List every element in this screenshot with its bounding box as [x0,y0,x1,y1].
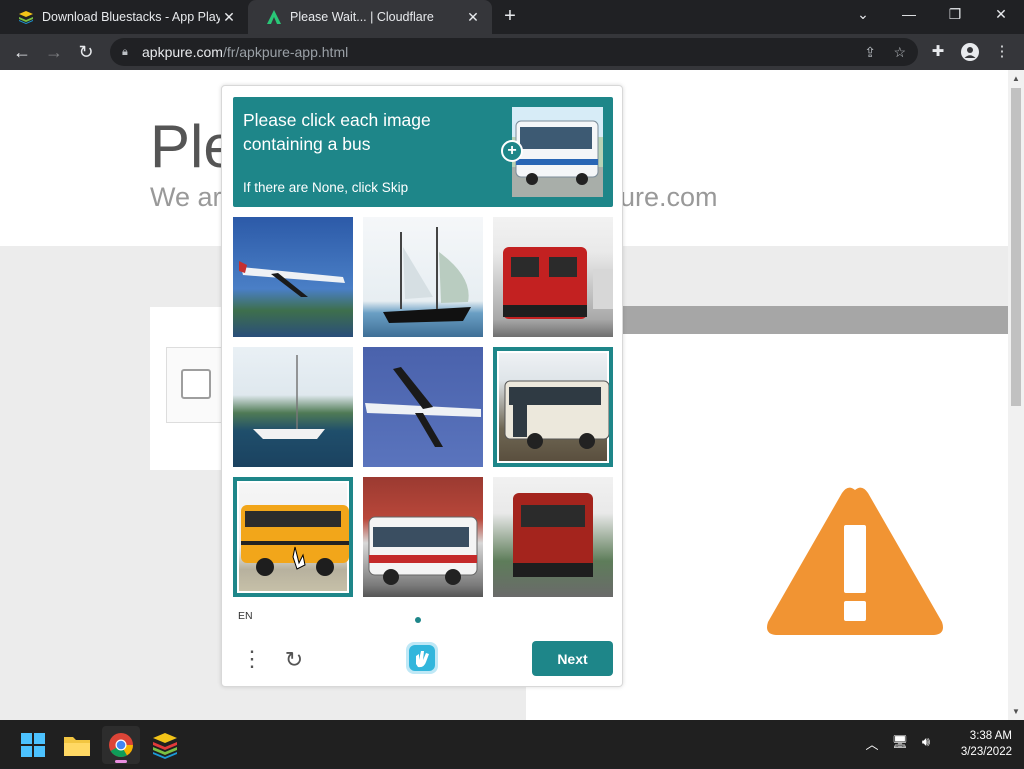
clock-time: 3:38 AM [969,730,1012,742]
grid-cell[interactable] [493,217,613,337]
address-bar[interactable]: 🔒︎ apkpure.com/fr/apkpure-app.html ⇪ ☆ [110,38,918,66]
scroll-down-icon[interactable]: ▼ [1008,705,1024,719]
network-icon[interactable]: 🖥︎ [890,734,910,750]
bluestacks-logo-icon [153,733,177,759]
apkpure-icon [267,10,281,24]
grey-band [622,306,1008,334]
chrome-icon[interactable] [102,726,140,764]
airplane-image [233,217,353,337]
tab-search-icon[interactable]: ⌄ [840,0,886,30]
bus-illustration [512,107,603,197]
menu-icon[interactable]: ⋮ [241,646,263,672]
airplane-image [363,347,483,467]
bluestacks-icon [19,11,33,24]
next-button[interactable]: Next [532,641,613,676]
bus-image [363,477,483,597]
grid-cell-selected[interactable] [233,477,353,597]
challenge-prompt: Please click each image containing a bus… [233,97,613,207]
windows-logo-icon [21,733,45,757]
warning-icon [767,487,943,635]
scroll-up-icon[interactable]: ▲ [1008,72,1024,86]
hcaptcha-challenge: Please click each image containing a bus… [221,85,623,687]
more-menu-icon[interactable]: ⋮ [990,40,1014,64]
grid-cell-selected[interactable] [493,347,613,467]
prompt-hint: If there are None, click Skip [243,180,409,195]
tab-strip: Download Bluestacks - App Player ✕ Pleas… [0,0,1024,34]
bus-shape [504,380,609,449]
prompt-text: Please click each image containing a bus [243,110,431,154]
grid-cell[interactable] [233,217,353,337]
page-subtitle: We ar [150,182,222,212]
lock-icon[interactable]: 🔒︎ [122,38,128,66]
minimize-icon[interactable]: — [886,0,932,30]
tab-close-icon[interactable]: ✕ [220,9,238,26]
sailboat-shape [253,355,325,439]
page-indicator [415,617,421,623]
refresh-icon[interactable]: ↻ [281,647,307,673]
bookmark-star-icon[interactable]: ☆ [893,38,906,66]
url-host: apkpure.com [142,44,223,60]
volume-icon[interactable]: 🔊︎ [916,734,936,750]
human-checkbox[interactable] [181,369,211,399]
url-path: /fr/apkpure-app.html [222,44,349,60]
scrollbar-thumb[interactable] [1011,88,1021,406]
train-image [493,477,613,597]
school-bus-image [239,483,349,591]
grid-cell[interactable] [363,477,483,597]
airplane-shape [365,367,481,447]
tab-title: Download Bluestacks - App Player [42,10,220,24]
airplane-shape [239,261,345,297]
sailboat-shape [383,227,471,323]
tab-title: Please Wait... | Cloudflare [290,10,434,24]
locomotive-shape [503,247,613,319]
folder-icon [64,737,90,756]
restore-icon[interactable]: ❐ [932,0,978,30]
school-bus-shape [241,505,349,576]
file-explorer-icon[interactable] [58,726,96,764]
locomotive-shape [513,493,593,577]
image-grid [233,217,613,597]
language-selector[interactable]: EN [238,610,253,622]
profile-avatar-icon [961,43,979,61]
grid-cell[interactable] [363,347,483,467]
bus-image [499,353,609,461]
new-tab-button[interactable]: + [498,4,522,28]
train-image [493,217,613,337]
clock[interactable]: 3:38 AM 3/23/2022 [942,728,1012,760]
grid-cell[interactable] [233,347,353,467]
chrome-logo-icon [109,733,133,763]
show-hidden-icons-icon[interactable]: ︿ [862,734,882,753]
back-icon[interactable]: ← [9,39,35,65]
browser-toolbar: ← → ↻ 🔒︎ apkpure.com/fr/apkpure-app.html… [0,34,1024,70]
extensions-icon[interactable]: ✚ [926,40,950,64]
grid-cell[interactable] [493,477,613,597]
close-window-icon[interactable]: ✕ [978,0,1024,30]
bluestacks-icon[interactable] [146,726,184,764]
tab-bluestacks[interactable]: Download Bluestacks - App Player ✕ [0,0,248,34]
clock-date: 3/23/2022 [960,746,1012,758]
example-bus-image [512,107,603,197]
hcaptcha-logo-icon [406,642,438,674]
tab-close-icon[interactable]: ✕ [464,9,482,26]
bus-shape [368,516,478,585]
reload-icon[interactable]: ↻ [73,39,99,65]
windows-taskbar: ︿ 🖥︎ 🔊︎ 3:38 AM 3/23/2022 [0,720,1024,768]
tab-cloudflare[interactable]: Please Wait... | Cloudflare ✕ [248,0,492,34]
windows-start-icon[interactable] [14,726,52,764]
profile-icon[interactable] [958,40,982,64]
forward-icon[interactable]: → [41,39,67,65]
grid-cell[interactable] [363,217,483,337]
page-subtitle-tail: ure.com [620,182,718,212]
add-example-button[interactable]: + [501,140,523,162]
share-icon[interactable]: ⇪ [864,38,876,66]
sailboat-image [233,347,353,467]
sailboat-image [363,217,483,337]
